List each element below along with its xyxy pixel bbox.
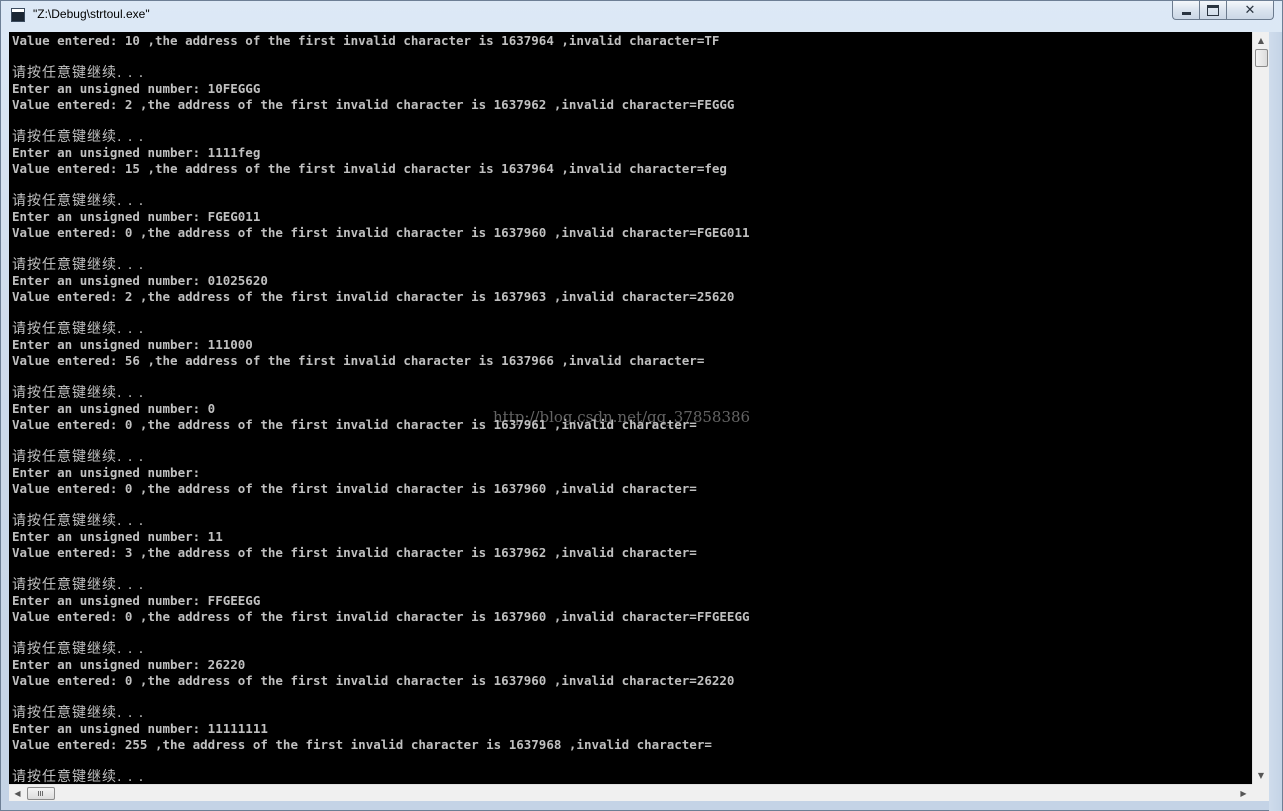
console-line: Value entered: 2 ,the address of the fir…	[12, 289, 735, 304]
maximize-icon	[1207, 4, 1219, 16]
console-prompt-line: 请按任意键继续. . .	[12, 513, 145, 529]
maximize-button[interactable]	[1199, 1, 1226, 20]
close-icon: ✕	[1244, 2, 1256, 18]
console-prompt-line: 请按任意键继续. . .	[12, 705, 145, 721]
console-app-icon[interactable]	[11, 8, 25, 22]
console-line: Value entered: 2 ,the address of the fir…	[12, 97, 735, 112]
window-title: "Z:\Debug\strtoul.exe"	[33, 7, 150, 21]
console-prompt-line: 请按任意键继续. . .	[12, 65, 145, 81]
scroll-up-icon[interactable]: ▲	[1253, 32, 1269, 49]
horizontal-scrollbar[interactable]: ◀ ▶	[9, 784, 1252, 801]
console-line: Value entered: 3 ,the address of the fir…	[12, 545, 697, 560]
console-line: Value entered: 0 ,the address of the fir…	[12, 481, 697, 496]
console-line: Enter an unsigned number: 111000	[12, 337, 253, 352]
horizontal-scroll-thumb[interactable]	[27, 787, 55, 800]
vertical-scrollbar[interactable]: ▲ ▼	[1252, 32, 1269, 784]
console-line: Value entered: 255 ,the address of the f…	[12, 737, 712, 752]
scroll-left-icon[interactable]: ◀	[9, 785, 26, 801]
caption-buttons: ✕	[1172, 1, 1274, 20]
grip-icon	[38, 791, 44, 796]
console-prompt-line: 请按任意键继续. . .	[12, 449, 145, 465]
console-output[interactable]: Value entered: 10 ,the address of the fi…	[9, 32, 1252, 784]
watermark: http://blog.csdn.net/qq_37858386	[493, 408, 751, 426]
console-line: Enter an unsigned number: 26220	[12, 657, 246, 672]
console-prompt-line: 请按任意键继续. . .	[12, 577, 145, 593]
console-line: Enter an unsigned number:	[12, 465, 201, 480]
close-button[interactable]: ✕	[1226, 1, 1274, 20]
scroll-right-icon[interactable]: ▶	[1235, 785, 1252, 801]
console-prompt-line: 请按任意键继续. . .	[12, 193, 145, 209]
console-line: Enter an unsigned number: 10FEGGG	[12, 81, 261, 96]
vertical-scroll-thumb[interactable]	[1255, 49, 1268, 67]
console-line: Value entered: 0 ,the address of the fir…	[12, 225, 750, 240]
console-line: Enter an unsigned number: 11	[12, 529, 223, 544]
console-prompt-line: 请按任意键继续. . .	[12, 257, 145, 273]
console-prompt-line: 请按任意键继续. . .	[12, 321, 145, 337]
console-line: Value entered: 15 ,the address of the fi…	[12, 161, 727, 176]
console-line: Value entered: 0 ,the address of the fir…	[12, 673, 735, 688]
console-line: Value entered: 0 ,the address of the fir…	[12, 609, 750, 624]
console-line: Enter an unsigned number: 1111feg	[12, 145, 261, 160]
console-line: Value entered: 56 ,the address of the fi…	[12, 353, 705, 368]
size-grip[interactable]	[1252, 784, 1269, 801]
title-bar[interactable]: "Z:\Debug\strtoul.exe" ✕	[1, 1, 1282, 31]
console-line: Enter an unsigned number: 01025620	[12, 273, 268, 288]
scroll-down-icon[interactable]: ▼	[1253, 767, 1269, 784]
window-right-border[interactable]	[1269, 32, 1282, 811]
console-line: Enter an unsigned number: 11111111	[12, 721, 268, 736]
minimize-icon	[1181, 12, 1191, 15]
minimize-button[interactable]	[1172, 1, 1199, 20]
console-line: Enter an unsigned number: FGEG011	[12, 209, 261, 224]
console-prompt-line: 请按任意键继续. . .	[12, 385, 145, 401]
console-line: Enter an unsigned number: FFGEEGG	[12, 593, 261, 608]
console-prompt-line: 请按任意键继续. . .	[12, 641, 145, 657]
console-prompt-line: 请按任意键继续. . .	[12, 769, 145, 784]
console-line: Value entered: 10 ,the address of the fi…	[12, 33, 720, 48]
console-prompt-line: 请按任意键继续. . .	[12, 129, 145, 145]
console-window: "Z:\Debug\strtoul.exe" ✕ Value entered: …	[0, 0, 1283, 811]
